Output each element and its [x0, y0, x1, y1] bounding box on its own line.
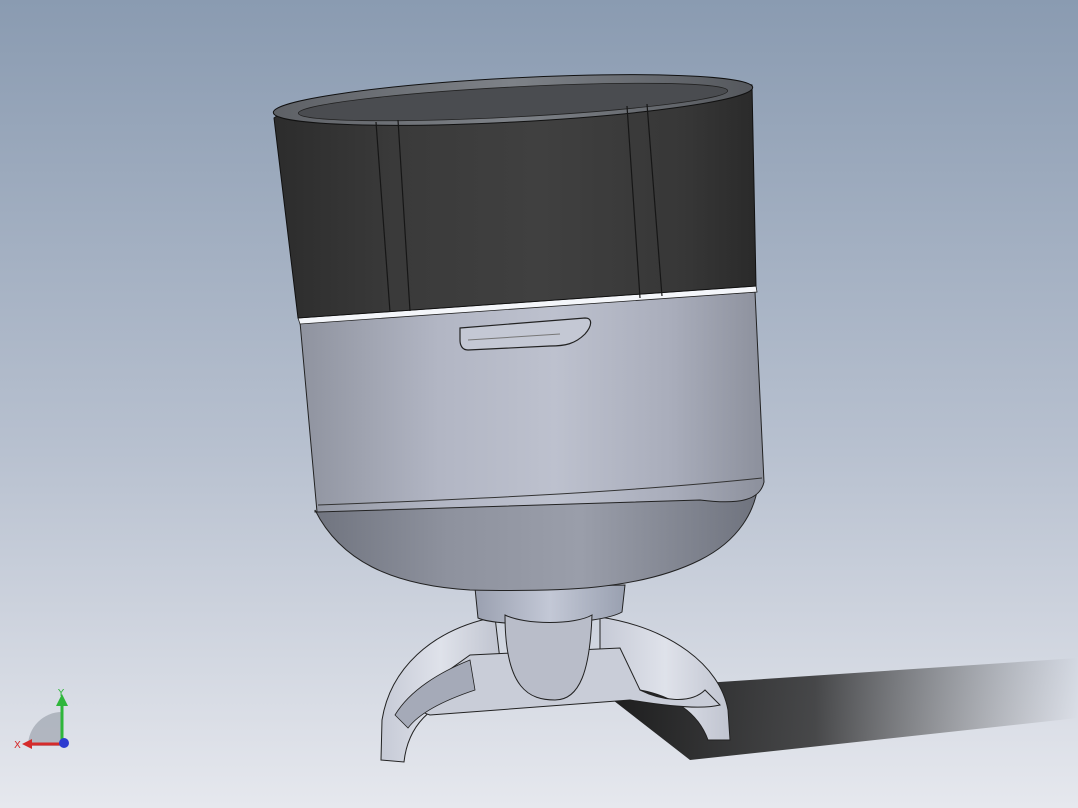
- graphics-viewport[interactable]: Y X: [0, 0, 1078, 808]
- z-axis-dot: [59, 738, 69, 748]
- model-scene[interactable]: [0, 0, 1078, 808]
- x-axis-label: X: [14, 740, 21, 751]
- coordinate-triad: Y X: [14, 688, 69, 751]
- triad-quadrant: [28, 712, 62, 746]
- y-axis-label: Y: [57, 688, 65, 699]
- x-axis-arrow: [22, 739, 32, 749]
